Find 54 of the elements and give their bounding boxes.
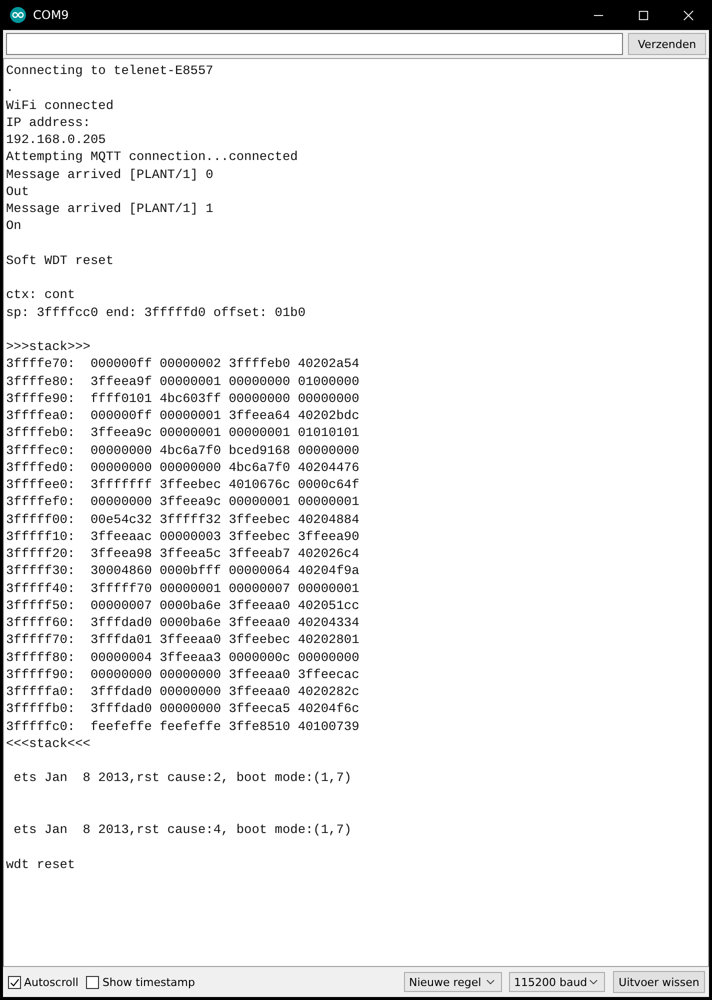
- output-line: Soft WDT reset: [6, 252, 114, 269]
- output-line: <<<stack<<<: [6, 734, 90, 752]
- output-line: 3fffff60: 3fffdad0 0000ba6e 3ffeeaa0 40204334: [6, 614, 360, 632]
- input-field[interactable]: [6, 33, 623, 55]
- output-line: Out: [6, 182, 30, 200]
- timestamp-checkbox[interactable]: Show timestamp: [86, 976, 195, 988]
- output-line: wdt reset: [6, 856, 76, 873]
- window-title: COM9: [33, 8, 69, 22]
- output-line: 3fffffb0: 3fffdad0 00000000 3ffeeca5 40204f6c: [6, 700, 360, 718]
- output-line: 3fffffc0: feefeffe feefeffe 3ffe8510 40100739: [6, 718, 360, 735]
- output-line: 3ffffef0: 00000000 3ffeea9c 00000001 00000001: [6, 493, 360, 510]
- output-line: 3fffff10: 3ffeeaac 00000003 3ffeebec 3ffeea90: [6, 528, 360, 545]
- checkmark-icon: [9, 976, 20, 988]
- output-line: Attempting MQTT connection...connected: [6, 148, 298, 166]
- output-line: 3ffffeb0: 3ffeea9c 00000001 00000001 01010101: [6, 424, 360, 442]
- output-line: 192.168.0.205: [6, 131, 106, 148]
- output-line: >>>stack>>>: [6, 338, 90, 356]
- output-line: IP address:: [6, 114, 90, 131]
- output-line: 3fffffa0: 3fffdad0 00000000 3ffeeaa0 4020282c: [6, 683, 360, 700]
- output-line: 3ffffe80: 3ffeea9f 00000001 00000000 01000000: [6, 372, 360, 390]
- output-line: On: [6, 217, 22, 234]
- output-line: Message arrived [PLANT/1] 0: [6, 166, 214, 183]
- output-line: 3ffffe90: ffff0101 4bc603ff 00000000 00000000: [6, 390, 360, 407]
- output-line: ets Jan 8 2013,rst cause:2, boot mode:(1,7): [12, 769, 352, 786]
- baud-rate-dropdown[interactable]: 115200 baud: [509, 972, 605, 992]
- output-line: 3fffff90: 00000000 00000000 3ffeeaa0 3ffeecac: [6, 666, 360, 683]
- caret-icon: [589, 979, 598, 985]
- output-line: 3fffff00: 00e54c32 3fffff32 3ffeebec 40204884: [6, 510, 360, 528]
- output-line: WiFi connected: [6, 96, 114, 114]
- output-line: 3fffff40: 3fffff70 00000001 00000007 00000001: [6, 580, 360, 597]
- output-line: sp: 3ffffcc0 end: 3fffffd0 offset: 01b0: [6, 304, 306, 321]
- output-line: .: [6, 79, 14, 96]
- output-line: 3fffff30: 30004860 0000bfff 00000064 40204f9a: [6, 562, 360, 580]
- output-line: 3fffff50: 00000007 0000ba6e 3ffeeaa0 402051cc: [6, 596, 360, 614]
- clear-output-button[interactable]: Uitvoer wissen: [613, 971, 705, 993]
- maximize-icon[interactable]: [638, 10, 649, 20]
- output-line: ets Jan 8 2013,rst cause:4, boot mode:(1,7): [12, 821, 352, 838]
- output-line: 3fffff20: 3ffeea98 3ffeea5c 3ffeeab7 402026c4: [6, 545, 360, 562]
- output-line: 3fffff80: 00000004 3ffeeaa3 0000000c 00000000: [6, 648, 360, 666]
- output-line: 3fffff70: 3fffda01 3ffeeaa0 3ffeebec 40202801: [6, 631, 360, 648]
- output-line: 3ffffee0: 3fffffff 3ffeebec 4010676c 0000c64f: [6, 476, 360, 494]
- output-line: 3ffffec0: 00000000 4bc6a7f0 bced9168 00000000: [6, 442, 360, 459]
- output-line: 3ffffed0: 00000000 00000000 4bc6a7f0 40204476: [6, 458, 360, 476]
- output-line: 3ffffea0: 000000ff 00000001 3ffeea64 40202bdc: [6, 407, 360, 424]
- send-button[interactable]: Verzenden: [628, 33, 706, 55]
- autoscroll-checkbox[interactable]: Autoscroll: [8, 976, 78, 988]
- app-logo-icon: [10, 7, 26, 23]
- close-icon[interactable]: [683, 10, 694, 20]
- output-line: Connecting to telenet-E8557: [6, 62, 214, 80]
- caret-icon: [486, 979, 495, 985]
- output-line: ctx: cont: [6, 286, 76, 304]
- output-line: 3ffffe70: 000000ff 00000002 3ffffeb0 40202a54: [6, 355, 360, 372]
- line-ending-dropdown[interactable]: Nieuwe regel: [404, 972, 502, 992]
- output-line: Message arrived [PLANT/1] 1: [6, 200, 214, 218]
